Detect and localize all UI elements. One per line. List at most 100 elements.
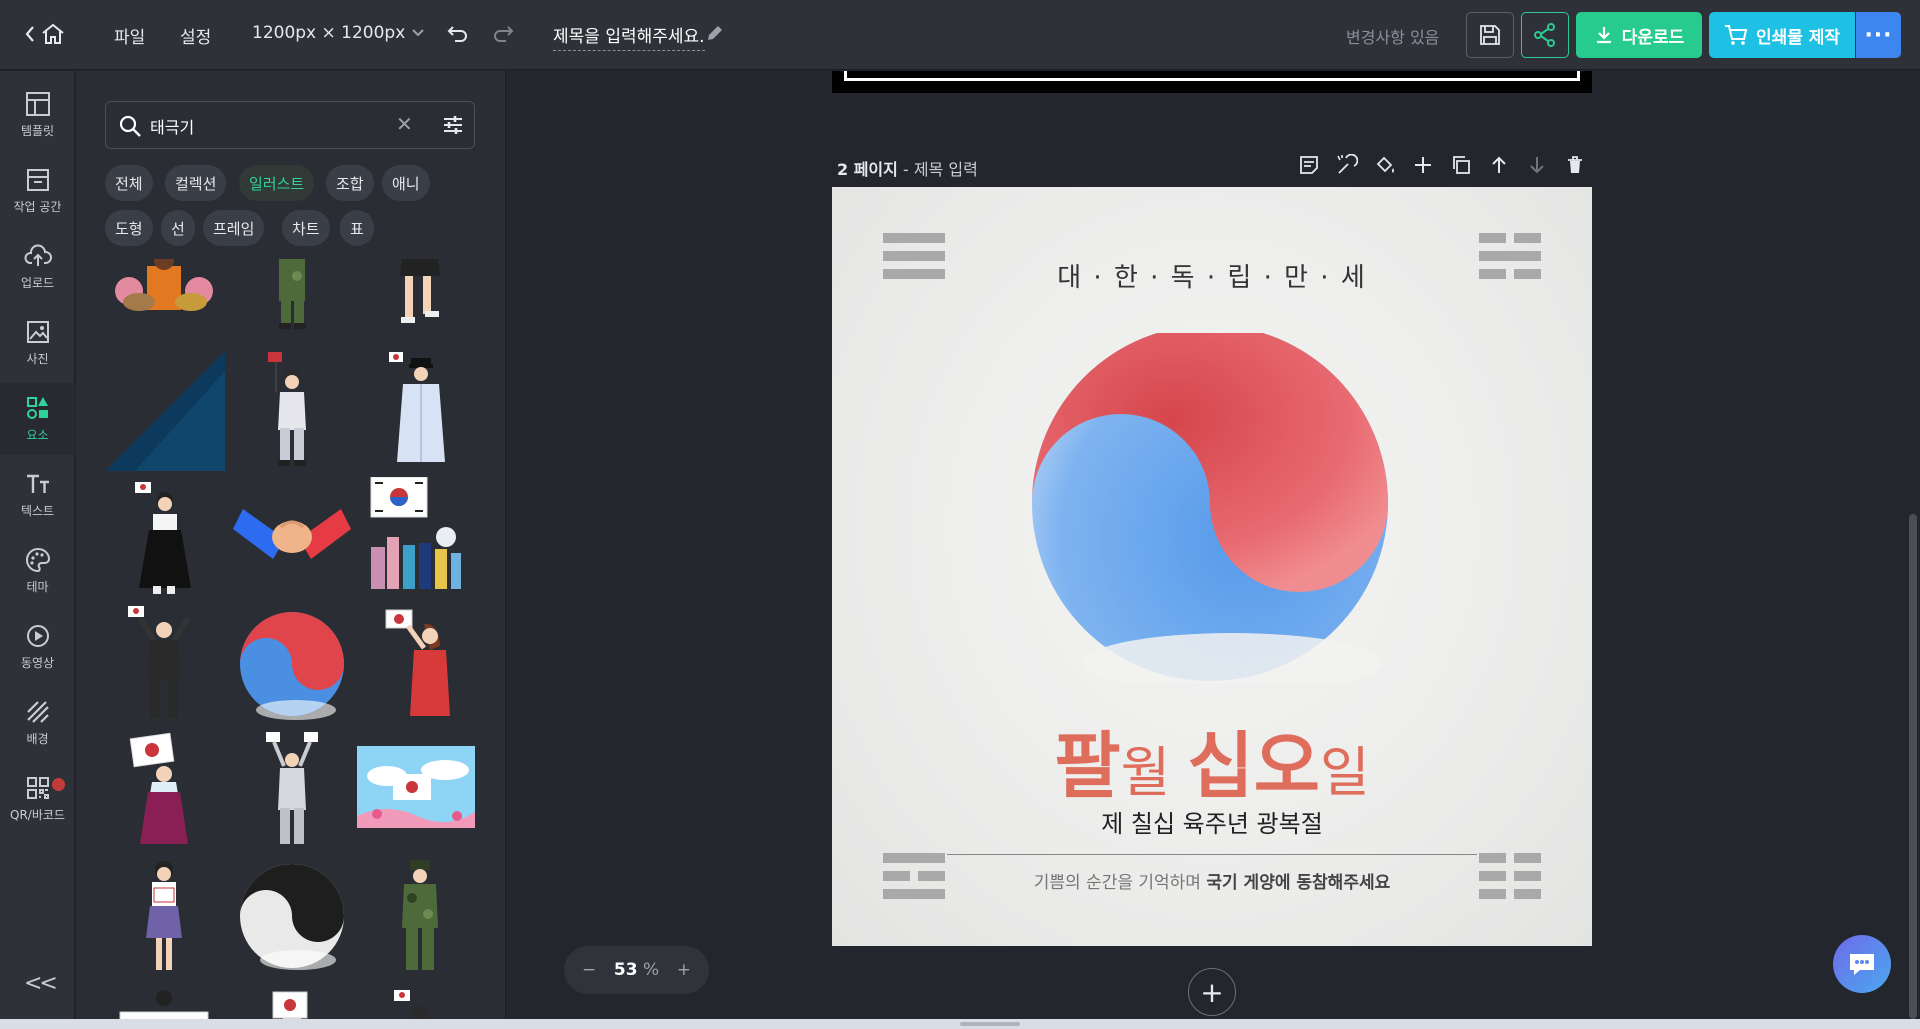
chip-animation[interactable]: 애니 — [382, 165, 430, 201]
page-note-button[interactable] — [1296, 152, 1321, 177]
illustration-result[interactable] — [361, 474, 475, 599]
document-title[interactable]: 제목을 입력해주세요. — [553, 22, 705, 51]
clear-search-icon[interactable]: ✕ — [396, 112, 413, 136]
document-title-text: 제목을 입력해주세요. — [553, 27, 705, 47]
redo-button[interactable] — [492, 23, 514, 49]
move-page-down-button[interactable] — [1524, 152, 1549, 177]
page-fill-button[interactable] — [1372, 152, 1397, 177]
date-heading[interactable]: 팔월 십오일 — [832, 707, 1592, 812]
redo-icon — [494, 26, 514, 42]
back-home-button[interactable] — [24, 22, 66, 46]
cart-icon — [1724, 25, 1748, 45]
print-order-label: 인쇄물 제작 — [1755, 27, 1841, 48]
page-title[interactable]: 제목 입력 — [914, 160, 978, 179]
collapse-panel-button[interactable]: << — [24, 971, 58, 996]
rail-label: 템플릿 — [20, 124, 55, 138]
horizontal-scrollbar[interactable] — [0, 1019, 1920, 1029]
undo-button[interactable] — [447, 23, 469, 49]
filter-icon[interactable] — [442, 114, 464, 136]
illustration-result[interactable] — [361, 259, 475, 331]
rail-item-theme[interactable]: 테마 — [0, 535, 75, 607]
rail-item-background[interactable]: 배경 — [0, 687, 75, 759]
share-button[interactable] — [1521, 12, 1569, 58]
illustration-result[interactable] — [105, 351, 225, 471]
scrollbar-thumb[interactable] — [960, 1022, 1020, 1026]
illustration-result[interactable] — [361, 857, 475, 977]
illustration-result[interactable] — [233, 479, 351, 599]
previous-page-bottom[interactable] — [832, 71, 1592, 93]
print-order-button[interactable]: 인쇄물 제작 — [1709, 12, 1855, 58]
menu-file[interactable]: 파일 — [114, 23, 145, 48]
illustration-result[interactable] — [105, 479, 223, 599]
taegeuk-watercolor[interactable] — [1032, 333, 1392, 683]
download-button[interactable]: 다운로드 — [1576, 12, 1702, 58]
pencil-icon[interactable] — [705, 23, 725, 43]
page-label-separator: - — [897, 160, 914, 179]
chip-illustration[interactable]: 일러스트 — [239, 165, 315, 201]
chip-frame[interactable]: 프레임 — [203, 210, 265, 246]
menu-settings[interactable]: 설정 — [180, 23, 211, 48]
video-icon — [26, 625, 49, 647]
rail-item-qr[interactable]: QR/바코드 — [0, 763, 75, 835]
illustration-result[interactable] — [233, 259, 351, 331]
chip-collection[interactable]: 컬렉션 — [165, 165, 227, 201]
upload-icon — [23, 244, 52, 266]
search-input[interactable] — [150, 114, 390, 138]
canvas-size-dropdown[interactable]: 1200px × 1200px — [252, 23, 425, 43]
subtitle-text[interactable]: 제 칠십 육주년 광복절 — [832, 804, 1592, 839]
scrollbar-thumb[interactable] — [1909, 514, 1917, 1019]
arrow-up-icon — [1491, 156, 1506, 173]
move-page-up-button[interactable] — [1486, 152, 1511, 177]
illustration-result[interactable] — [361, 351, 475, 471]
illustration-result[interactable] — [357, 744, 475, 829]
add-page-button[interactable]: + — [1188, 968, 1236, 1016]
chip-all[interactable]: 전체 — [105, 165, 153, 201]
illustration-result[interactable] — [105, 605, 223, 725]
chip-line[interactable]: 선 — [161, 210, 195, 246]
duplicate-page-button[interactable] — [1448, 152, 1473, 177]
chat-support-button[interactable] — [1833, 935, 1891, 993]
rail-label: 배경 — [26, 732, 49, 746]
page-label[interactable]: 2 페이지 - 제목 입력 — [837, 156, 978, 180]
chat-icon — [1850, 954, 1874, 975]
divider-line[interactable] — [947, 854, 1477, 855]
page-number: 2 페이지 — [837, 160, 898, 179]
zoom-in-button[interactable]: + — [677, 960, 691, 980]
illustration-result[interactable] — [233, 351, 351, 471]
vertical-scrollbar[interactable] — [1905, 71, 1920, 1029]
date-word-2: 월 — [1120, 741, 1188, 804]
rail-item-workspace[interactable]: 작업 공간 — [0, 155, 75, 227]
illustration-result[interactable] — [105, 731, 223, 851]
rail-item-template[interactable]: 템플릿 — [0, 79, 75, 151]
taegeuk-illustration[interactable] — [233, 605, 351, 725]
notification-dot — [52, 778, 65, 791]
changes-status: 변경사항 있음 — [1346, 28, 1440, 47]
add-element-button[interactable] — [1410, 152, 1435, 177]
caption-text[interactable]: 기쁨의 순간을 기억하며 국기 게양에 동참해주세요 — [832, 868, 1592, 893]
mansei-text[interactable]: 대 · 한 · 독 · 립 · 만 · 세 — [832, 257, 1592, 294]
zoom-value[interactable]: 53 — [614, 960, 638, 980]
artboard-page-2[interactable]: 대 · 한 · 독 · 립 · 만 · 세 팔월 십오일 제 칠십 육주년 광복… — [832, 187, 1592, 946]
chip-shape[interactable]: 도형 — [105, 210, 153, 246]
illustration-result[interactable] — [105, 259, 223, 321]
note-icon — [1299, 155, 1318, 174]
canvas-size-value: 1200px × 1200px — [252, 23, 406, 43]
chip-chart[interactable]: 차트 — [282, 210, 330, 246]
more-options-button[interactable]: ··· — [1856, 12, 1901, 58]
zoom-unit: % — [642, 960, 660, 980]
chip-combination[interactable]: 조합 — [326, 165, 374, 201]
save-button[interactable] — [1466, 12, 1514, 58]
illustration-result[interactable] — [105, 857, 223, 977]
chip-table[interactable]: 표 — [340, 210, 374, 246]
rail-item-upload[interactable]: 업로드 — [0, 231, 75, 303]
taegeuk-ink-illustration[interactable] — [233, 857, 351, 977]
zoom-out-button[interactable]: − — [582, 960, 596, 980]
illustration-result[interactable] — [361, 605, 475, 725]
delete-page-button[interactable] — [1562, 152, 1587, 177]
rail-item-photo[interactable]: 사진 — [0, 307, 75, 379]
illustration-result[interactable] — [233, 731, 351, 851]
page-magic-button[interactable] — [1334, 152, 1359, 177]
rail-item-text[interactable]: 텍스트 — [0, 459, 75, 531]
rail-item-elements[interactable]: 요소 — [0, 383, 75, 455]
rail-item-video[interactable]: 동영상 — [0, 611, 75, 683]
